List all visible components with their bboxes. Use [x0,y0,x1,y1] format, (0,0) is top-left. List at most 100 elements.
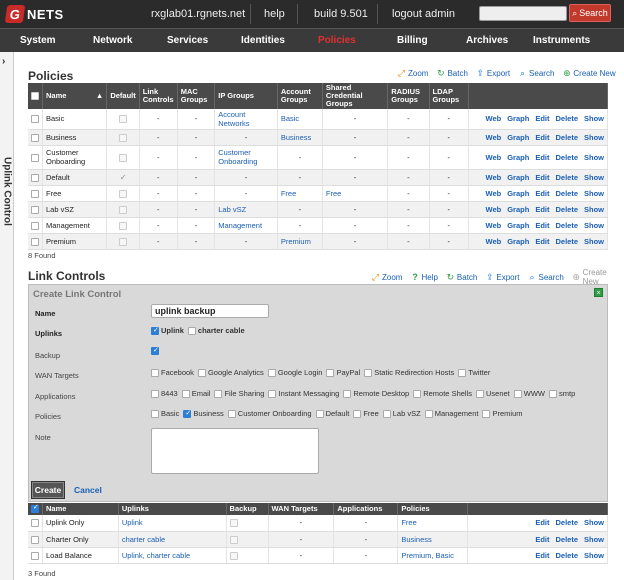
policy-checkbox[interactable] [353,409,362,418]
edit-link[interactable]: Edit [535,133,549,142]
table-row[interactable]: Premium - - - Premium - - - Web Graph Edit Delete Sh… [28,233,609,250]
uplink-option[interactable]: charter cable [187,326,245,335]
graph-link[interactable]: Graph [507,205,529,214]
policy-checkbox[interactable] [315,409,324,418]
application-option[interactable]: File Sharing [214,389,264,398]
policy-option[interactable]: Management [424,409,478,418]
edit-link[interactable]: Edit [535,551,549,560]
col-radius-groups[interactable]: RADIUS Groups [387,83,430,109]
web-link[interactable]: Web [486,205,502,214]
help-link[interactable]: help [264,8,285,20]
table-row[interactable]: Lab vSZ - - Lab vSZ - - - - Web Graph Edit Delete Sh… [28,201,609,218]
delete-link[interactable]: Delete [555,205,578,214]
search-action[interactable]: ⌕ Search [518,69,554,79]
edit-link[interactable]: Edit [535,153,549,162]
backup-checkbox[interactable] [151,346,159,355]
table-row[interactable]: Uplink Only Uplink - - Free Edit Delete Show [28,515,608,532]
col-default[interactable]: Default [106,83,140,109]
row-select-cell[interactable] [28,109,43,130]
wan-target-option[interactable]: PayPal [326,368,360,377]
application-checkbox[interactable] [181,389,190,398]
edit-link[interactable]: Edit [535,189,549,198]
policy-option[interactable]: Business [183,409,224,418]
application-checkbox[interactable] [549,389,558,398]
wan-target-checkbox[interactable] [458,368,467,377]
wan-target-checkbox[interactable] [267,368,276,377]
nav-network[interactable]: Network [93,29,132,53]
table-row[interactable]: Basic - - Account Networks Basic - - - Web Graph E… [28,109,609,130]
select-all-checkbox[interactable] [31,504,39,513]
row-checkbox[interactable] [31,519,39,528]
web-link[interactable]: Web [486,133,502,142]
row-checkbox[interactable] [31,551,39,560]
application-option[interactable]: Email [181,389,210,398]
application-checkbox[interactable] [343,389,352,398]
uplink-option[interactable]: Uplink [151,326,184,335]
policy-checkbox[interactable] [482,409,491,418]
nav-services[interactable]: Services [167,29,208,53]
web-link[interactable]: Web [486,221,502,230]
graph-link[interactable]: Graph [507,237,529,246]
delete-link[interactable]: Delete [555,114,578,123]
policies-cell[interactable]: Premium, Basic [397,547,469,564]
search-action[interactable]: ⌕ Search [528,272,563,282]
wan-target-checkbox[interactable] [197,368,206,377]
wan-target-option[interactable]: Static Redirection Hosts [364,368,454,377]
row-checkbox[interactable] [31,153,39,162]
collapse-arrow-icon[interactable]: › [2,56,5,67]
shared-credential-groups-cell[interactable]: Free [322,185,389,202]
wan-target-option[interactable]: Twitter [458,368,490,377]
graph-link[interactable]: Graph [507,189,529,198]
show-link[interactable]: Show [584,551,604,560]
col-link-controls[interactable]: Link Controls [139,83,178,109]
uplink-checkbox[interactable] [187,326,196,335]
wan-target-checkbox[interactable] [364,368,373,377]
show-link[interactable]: Show [584,205,604,214]
col-wan-targets[interactable]: WAN Targets [268,503,335,515]
select-all-checkbox[interactable] [31,92,39,100]
table-row[interactable]: Free - - - Free Free - - Web Graph Edit Delete Show [28,185,609,202]
application-option[interactable]: Remote Shells [413,389,472,398]
uplinks-cell[interactable]: Uplink [118,515,227,532]
edit-link[interactable]: Edit [535,173,549,182]
row-select-cell[interactable] [28,217,43,234]
web-link[interactable]: Web [486,173,502,182]
nav-archives[interactable]: Archives [466,29,508,53]
col-uplinks[interactable]: Uplinks [118,503,227,515]
application-checkbox[interactable] [476,389,484,398]
delete-link[interactable]: Delete [555,237,578,246]
uplink-checkbox[interactable] [151,326,159,335]
nav-instruments[interactable]: Instruments [533,29,590,53]
sidebar-label[interactable]: Uplink Control [2,157,13,227]
application-option[interactable]: smtp [549,389,575,398]
table-row[interactable]: Business - - - Business - - - Web Graph Edit Delete… [28,129,609,146]
col-account-groups[interactable]: Account Groups [277,83,323,109]
table-row[interactable]: Charter Only charter cable - - Business Edit D… [28,531,608,548]
application-option[interactable]: Remote Desktop [343,389,409,398]
policy-option[interactable]: Default [315,409,349,418]
ip-groups-cell[interactable]: Management [214,217,278,234]
wan-target-checkbox[interactable] [151,368,159,377]
col-ip-groups[interactable]: IP Groups [214,83,278,109]
select-all-header[interactable] [28,503,43,515]
show-link[interactable]: Show [584,237,604,246]
show-link[interactable]: Show [584,535,604,544]
row-select-cell[interactable] [28,201,43,218]
batch-action[interactable]: ↻ Batch [436,69,468,79]
policies-cell[interactable]: Business [397,531,469,548]
help-action[interactable]: ? Help [410,272,438,282]
edit-link[interactable]: Edit [535,221,549,230]
export-action[interactable]: ⇪ Export [485,272,519,282]
edit-link[interactable]: Edit [535,535,549,544]
edit-link[interactable]: Edit [535,114,549,123]
show-link[interactable]: Show [584,518,604,527]
row-select-cell[interactable] [28,129,43,146]
account-groups-cell[interactable]: Premium [277,233,323,250]
application-option[interactable]: Usenet [476,389,510,398]
edit-link[interactable]: Edit [535,518,549,527]
edit-link[interactable]: Edit [535,237,549,246]
create-button[interactable]: Create [31,481,65,499]
wan-target-option[interactable]: Google Analytics [197,368,264,377]
row-select-cell[interactable] [28,547,43,564]
graph-link[interactable]: Graph [507,133,529,142]
